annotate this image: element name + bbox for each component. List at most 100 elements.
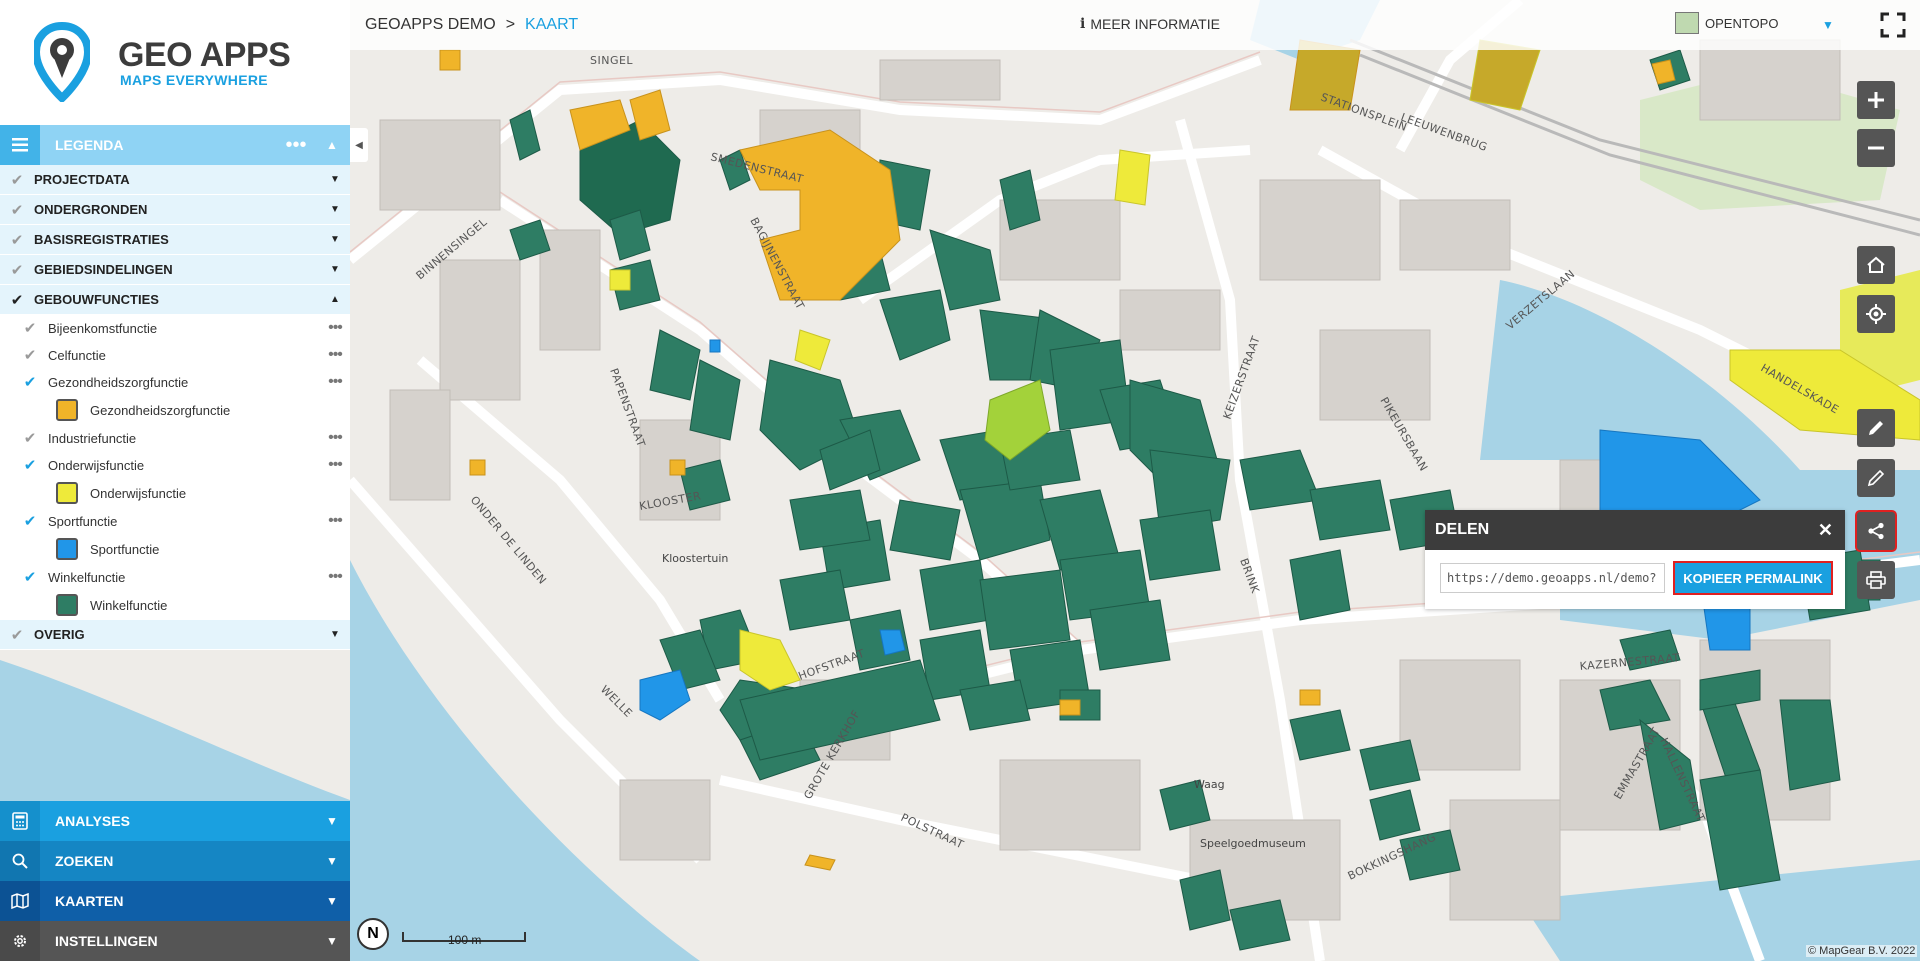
- legend-group-label: ONDERGRONDEN: [34, 202, 148, 217]
- map-icon: [0, 881, 40, 921]
- collapse-sidebar-button[interactable]: ◀: [350, 128, 368, 162]
- fullscreen-icon[interactable]: [1880, 12, 1906, 38]
- layer-options-icon[interactable]: •••: [320, 512, 350, 530]
- locate-icon: [1866, 304, 1886, 324]
- layer-options-icon[interactable]: •••: [320, 568, 350, 586]
- check-icon[interactable]: ✔: [0, 429, 48, 447]
- chevron-down-icon[interactable]: ▼: [320, 204, 350, 215]
- print-button[interactable]: [1857, 561, 1895, 599]
- svg-text:WELLE: WELLE: [598, 683, 635, 720]
- hamburger-menu-icon[interactable]: [0, 125, 40, 165]
- nav-analyses[interactable]: ANALYSES ▼: [0, 801, 350, 841]
- legend-layer-label: Industriefunctie: [48, 430, 137, 446]
- legend-group-label: BASISREGISTRATIES: [34, 232, 169, 247]
- legend-group-ondergronden[interactable]: ✔ ONDERGRONDEN ▼: [0, 195, 350, 225]
- legend-layer-label: Winkelfunctie: [48, 569, 126, 585]
- check-icon[interactable]: ✔: [0, 626, 34, 644]
- check-icon[interactable]: ✔: [0, 456, 48, 474]
- zoom-out-button[interactable]: [1857, 129, 1895, 167]
- check-icon[interactable]: ✔: [0, 373, 48, 391]
- chevron-down-icon: ▼: [326, 814, 338, 828]
- nav-label: INSTELLINGEN: [55, 933, 158, 949]
- copy-permalink-button[interactable]: KOPIEER PERMALINK: [1675, 563, 1831, 593]
- draw-button[interactable]: [1857, 409, 1895, 447]
- locate-button[interactable]: [1857, 295, 1895, 333]
- legend-layer-industriefunctie[interactable]: ✔ Industriefunctie •••: [0, 425, 350, 452]
- breadcrumb-root[interactable]: GEOAPPS DEMO: [365, 16, 496, 34]
- legend-group-projectdata[interactable]: ✔ PROJECTDATA ▼: [0, 165, 350, 195]
- legend-group-gebouwfuncties[interactable]: ✔ GEBOUWFUNCTIES ▲: [0, 285, 350, 315]
- basemap-selector[interactable]: OPENTOPO: [1675, 12, 1778, 34]
- chevron-down-icon: ▼: [326, 854, 338, 868]
- nav-kaarten[interactable]: KAARTEN ▼: [0, 881, 350, 921]
- north-arrow-icon[interactable]: N: [357, 918, 389, 950]
- legend-swatch-label: Sportfunctie: [90, 541, 160, 557]
- legend-group-overig[interactable]: ✔ OVERIG ▼: [0, 620, 350, 650]
- check-icon[interactable]: ✔: [0, 261, 34, 279]
- legend-layer-bijeenkomstfunctie[interactable]: ✔ Bijeenkomstfunctie •••: [0, 315, 350, 342]
- chevron-down-icon[interactable]: ▼: [320, 629, 350, 640]
- svg-text:SINGEL: SINGEL: [590, 54, 633, 67]
- legend-collapse-chevron-icon[interactable]: ▲: [314, 138, 350, 152]
- legend-swatch-label: Winkelfunctie: [90, 597, 168, 613]
- legend-header[interactable]: LEGENDA ••• ▲: [0, 125, 350, 165]
- nav-instellingen[interactable]: INSTELLINGEN ▼: [0, 921, 350, 961]
- legend-options-icon[interactable]: •••: [278, 135, 314, 155]
- chevron-down-icon[interactable]: ▼: [320, 234, 350, 245]
- chevron-down-icon[interactable]: ▼: [1822, 18, 1834, 32]
- legend-swatch-label: Onderwijsfunctie: [90, 485, 187, 501]
- legend-layer-gezondheidszorgfunctie[interactable]: ✔ Gezondheidszorgfunctie •••: [0, 369, 350, 396]
- chevron-down-icon[interactable]: ▼: [320, 174, 350, 185]
- layer-options-icon[interactable]: •••: [320, 456, 350, 474]
- share-icon: [1868, 522, 1884, 540]
- svg-text:KEIZERSTRAAT: KEIZERSTRAAT: [1221, 334, 1263, 421]
- legend-layer-sportfunctie[interactable]: ✔ Sportfunctie •••: [0, 508, 350, 535]
- legend-layer-celfunctie[interactable]: ✔ Celfunctie •••: [0, 342, 350, 369]
- legend-list: ✔ PROJECTDATA ▼ ✔ ONDERGRONDEN ▼ ✔ BASIS…: [0, 165, 350, 650]
- close-icon[interactable]: ✕: [1818, 520, 1833, 541]
- legend-swatch-winkelfunctie: Winkelfunctie: [0, 591, 350, 620]
- legend-group-gebiedsindelingen[interactable]: ✔ GEBIEDSINDELINGEN ▼: [0, 255, 350, 285]
- chevron-down-icon[interactable]: ▼: [320, 264, 350, 275]
- permalink-field[interactable]: https://demo.geoapps.nl/demo?: [1440, 563, 1665, 593]
- info-icon: i: [1080, 16, 1086, 32]
- layer-options-icon[interactable]: •••: [320, 373, 350, 391]
- bottom-nav: ANALYSES ▼ ZOEKEN ▼ KAARTEN ▼ INSTELLING…: [0, 801, 350, 961]
- legend-layer-winkelfunctie[interactable]: ✔ Winkelfunctie •••: [0, 564, 350, 591]
- meer-informatie-button[interactable]: i MEER INFORMATIE: [1080, 16, 1220, 32]
- zoom-in-button[interactable]: [1857, 81, 1895, 119]
- chevron-up-icon[interactable]: ▲: [320, 294, 350, 305]
- check-icon[interactable]: ✔: [0, 319, 48, 337]
- sidebar: GEO APPS MAPS EVERYWHERE LEGENDA ••• ▲ ✔…: [0, 0, 350, 961]
- printer-icon: [1866, 571, 1886, 589]
- edit-button[interactable]: [1857, 459, 1895, 497]
- color-swatch: [56, 482, 78, 504]
- legend-layer-label: Gezondheidszorgfunctie: [48, 374, 189, 390]
- logo-subtitle: MAPS EVERYWHERE: [120, 72, 268, 88]
- layer-options-icon[interactable]: •••: [320, 346, 350, 364]
- check-icon[interactable]: ✔: [0, 346, 48, 364]
- legend-swatch-sportfunctie: Sportfunctie: [0, 535, 350, 564]
- check-icon[interactable]: ✔: [0, 231, 34, 249]
- legend-swatch-gezondheidszorgfunctie: Gezondheidszorgfunctie: [0, 396, 350, 425]
- logo-area: GEO APPS MAPS EVERYWHERE: [0, 0, 350, 125]
- legend-group-basisregistraties[interactable]: ✔ BASISREGISTRATIES ▼: [0, 225, 350, 255]
- check-icon[interactable]: ✔: [0, 512, 48, 530]
- check-icon[interactable]: ✔: [0, 171, 34, 189]
- home-button[interactable]: [1857, 246, 1895, 284]
- check-icon[interactable]: ✔: [0, 568, 48, 586]
- chevron-down-icon: ▼: [326, 894, 338, 908]
- layer-options-icon[interactable]: •••: [320, 319, 350, 337]
- nav-zoeken[interactable]: ZOEKEN ▼: [0, 841, 350, 881]
- edit-icon: [1867, 469, 1885, 487]
- legend-group-label: GEBIEDSINDELINGEN: [34, 262, 173, 277]
- share-button[interactable]: [1857, 512, 1895, 550]
- layer-options-icon[interactable]: •••: [320, 429, 350, 447]
- legend-title: LEGENDA: [55, 137, 124, 153]
- check-icon[interactable]: ✔: [0, 291, 34, 309]
- legend-layer-onderwijsfunctie[interactable]: ✔ Onderwijsfunctie •••: [0, 452, 350, 479]
- legend-layer-label: Onderwijsfunctie: [48, 457, 145, 473]
- color-swatch: [56, 399, 78, 421]
- check-icon[interactable]: ✔: [0, 201, 34, 219]
- home-icon: [1867, 256, 1885, 273]
